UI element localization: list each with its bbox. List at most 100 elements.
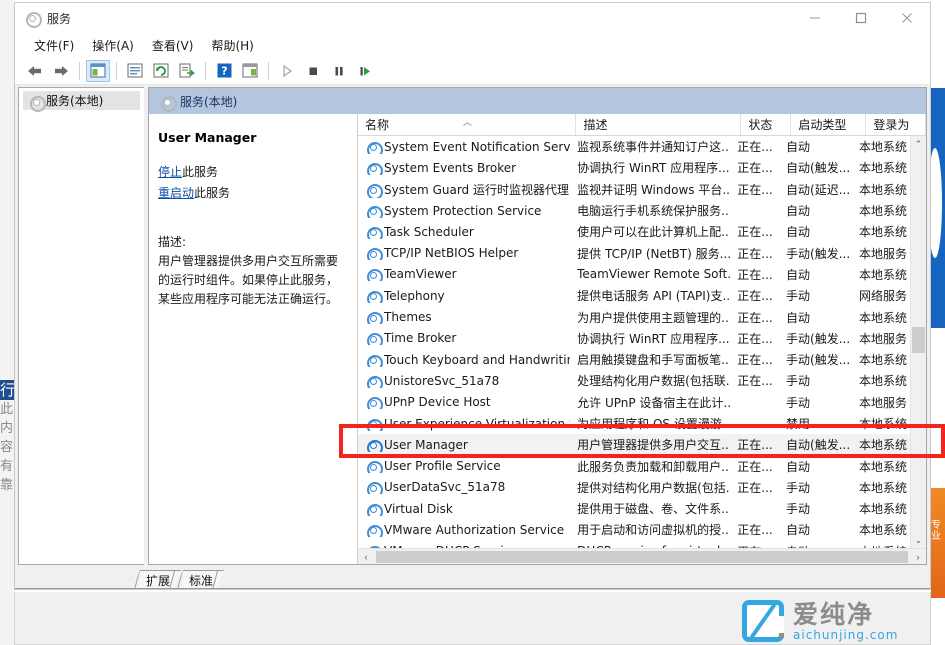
- service-gear-icon: [365, 140, 383, 154]
- refresh-icon[interactable]: [149, 60, 173, 82]
- table-row[interactable]: TeamViewer TeamViewer Remote Soft... 正在...…: [358, 264, 910, 285]
- detail-pane: 服务(本地) User Manager 停止此服务 重启动此服务 描述: 用户管…: [148, 87, 927, 565]
- table-row[interactable]: UnistoreSvc_51a78 处理结构化用户数据(包括联... 正在... 手动…: [358, 370, 910, 391]
- service-name-text: User Experience Virtualization Ser...: [384, 416, 570, 431]
- tree-node-services-local[interactable]: 服务(本地): [23, 91, 140, 112]
- menu-file[interactable]: 文件(F): [25, 34, 83, 57]
- tab-extended[interactable]: 扩展: [133, 570, 181, 589]
- cell-logon-as: 本地系统: [858, 502, 907, 517]
- restart-service-action: 重启动此服务: [158, 184, 345, 203]
- stop-service-icon[interactable]: [301, 60, 325, 82]
- cell-description: 为应用程序和 OS 设置漫游: [577, 417, 722, 431]
- column-header-0[interactable]: 名称 ︿: [358, 114, 577, 135]
- show-hide-action-pane-icon[interactable]: [238, 60, 262, 82]
- pause-service-icon[interactable]: [327, 60, 351, 82]
- column-header-3[interactable]: 启动类型: [791, 114, 867, 135]
- table-row[interactable]: User Experience Virtualization Ser... 为应用…: [358, 413, 910, 434]
- background-right-text: 专业: [931, 520, 941, 542]
- table-row[interactable]: User Profile Service 此服务负责加载和卸载用户... 正在...…: [358, 455, 910, 476]
- properties-icon[interactable]: [123, 60, 147, 82]
- table-row[interactable]: System Guard 运行时监视器代理 监视并证明 Windows 平台...…: [358, 179, 910, 200]
- service-name-text: UPnP Device Host: [384, 395, 491, 410]
- start-service-icon[interactable]: [275, 60, 299, 82]
- cell-service-name: Telephony: [358, 289, 570, 303]
- service-gear-icon: [365, 225, 383, 239]
- export-list-icon[interactable]: [175, 60, 199, 82]
- service-gear-icon: [365, 374, 383, 388]
- stop-service-link[interactable]: 停止: [158, 165, 182, 179]
- table-row[interactable]: System Protection Service 电脑运行手机系统保护服务...…: [358, 200, 910, 221]
- horizontal-scroll-thumb[interactable]: [376, 550, 908, 563]
- list-vertical-scrollbar[interactable]: ⌃ ⌄: [910, 136, 926, 548]
- back-icon[interactable]: [23, 60, 47, 82]
- service-name-text: TeamViewer: [384, 267, 457, 282]
- table-row[interactable]: TCP/IP NetBIOS Helper 提供 TCP/IP (NetBT) 服…: [358, 242, 910, 263]
- console-tree-pane: 服务(本地): [18, 87, 144, 565]
- service-gear-icon: [365, 161, 383, 175]
- table-row[interactable]: VMware DHCP Service DHCP service for virt…: [358, 541, 910, 548]
- stop-service-suffix: 此服务: [182, 165, 219, 179]
- cell-status: 正在...: [737, 310, 773, 325]
- table-row[interactable]: Time Broker 协调执行 WinRT 应用程序... 正在... 手动(触发.…: [358, 328, 910, 349]
- tab-standard[interactable]: 标准: [176, 570, 224, 589]
- column-header-label: 启动类型: [798, 118, 847, 132]
- table-row[interactable]: System Event Notification Service 监视系统事件并…: [358, 136, 910, 157]
- column-header-1[interactable]: 描述: [576, 114, 742, 135]
- cell-description: 允许 UPnP 设备宿主在此计...: [577, 395, 731, 410]
- cell-logon-as: 本地系统: [852, 543, 910, 548]
- title-bar[interactable]: 服务: [15, 3, 930, 33]
- table-row[interactable]: User Manager 用户管理器提供多用户交互... 正在... 自动(触发...…: [358, 434, 910, 456]
- table-row[interactable]: Virtual Disk 提供用于磁盘、卷、文件系... 手动 本地系统: [358, 498, 910, 519]
- cell-description: 提供对结构化用户数据(包括...: [577, 480, 731, 495]
- cell-service-name: VMware Authorization Service: [358, 523, 570, 537]
- service-name-text: Time Broker: [384, 331, 457, 346]
- maximize-button[interactable]: [838, 3, 884, 33]
- list-header-row: 名称 ︿ 描述 状态 启动类型 登录为: [358, 114, 926, 136]
- restart-service-icon[interactable]: [353, 60, 377, 82]
- table-row[interactable]: UserDataSvc_51a78 提供对结构化用户数据(包括... 正在... 手动…: [358, 477, 910, 498]
- table-row[interactable]: Themes 为用户提供使用主题管理的... 正在... 自动 本地系统: [358, 306, 910, 327]
- toolbar-separator: [79, 61, 80, 80]
- minimize-button[interactable]: [792, 3, 838, 33]
- menu-help[interactable]: 帮助(H): [202, 34, 262, 57]
- tab-standard-label: 标准: [189, 573, 214, 588]
- cell-status: 正在...: [737, 480, 773, 495]
- scroll-up-arrow[interactable]: ⌃: [911, 136, 926, 152]
- close-button[interactable]: [884, 3, 930, 33]
- table-row[interactable]: Telephony 提供电话服务 API (TAPI)支... 正在... 手动 网络服…: [358, 285, 910, 306]
- table-row[interactable]: UPnP Device Host 允许 UPnP 设备宿主在此计... 手动 本地服务: [358, 392, 910, 413]
- cell-service-name: Virtual Disk: [358, 502, 570, 516]
- service-name-text: System Guard 运行时监视器代理: [384, 182, 569, 197]
- service-gear-icon: [365, 331, 383, 346]
- menu-view[interactable]: 查看(V): [143, 34, 203, 57]
- vertical-scroll-thumb[interactable]: [912, 326, 925, 353]
- horizontal-scroll-track[interactable]: [374, 549, 910, 565]
- table-row[interactable]: VMware Authorization Service 用于启动和访问虚拟机的授…: [358, 519, 910, 540]
- cell-startup-type: 自动(触发...: [786, 438, 851, 453]
- cell-startup-type: 手动: [786, 395, 811, 410]
- scroll-right-arrow[interactable]: ›: [910, 552, 926, 562]
- show-hide-console-tree-icon[interactable]: [86, 59, 110, 82]
- cell-status: 正在...: [737, 353, 773, 368]
- column-header-2[interactable]: 状态: [741, 114, 792, 135]
- list-horizontal-scrollbar[interactable]: ‹ ›: [358, 548, 926, 564]
- vertical-scroll-track[interactable]: [911, 152, 926, 532]
- table-row[interactable]: Task Scheduler 使用户可以在此计算机上配... 正在... 自动 本地系统: [358, 221, 910, 242]
- scroll-down-arrow[interactable]: ⌄: [911, 532, 926, 548]
- menu-action[interactable]: 操作(A): [83, 34, 143, 57]
- help-icon[interactable]: ?: [212, 60, 236, 82]
- scroll-left-arrow[interactable]: ‹: [358, 552, 374, 562]
- restart-service-link[interactable]: 重启动: [158, 186, 194, 200]
- cell-logon-as: 网络服务: [858, 289, 907, 304]
- column-header-4[interactable]: 登录为: [866, 114, 926, 135]
- tab-extended-label: 扩展: [146, 573, 171, 588]
- cell-status: 正在...: [737, 289, 773, 304]
- svg-text:?: ?: [221, 65, 227, 78]
- service-gear-icon: [365, 523, 383, 537]
- gear-icon: [159, 94, 177, 112]
- service-gear-icon: [365, 310, 383, 325]
- column-header-label: 名称: [365, 118, 390, 132]
- forward-icon[interactable]: [49, 60, 73, 82]
- table-row[interactable]: System Events Broker 协调执行 WinRT 应用程序... 正在…: [358, 157, 910, 178]
- table-row[interactable]: Touch Keyboard and Handwriting... 启用触摸键盘和…: [358, 349, 910, 370]
